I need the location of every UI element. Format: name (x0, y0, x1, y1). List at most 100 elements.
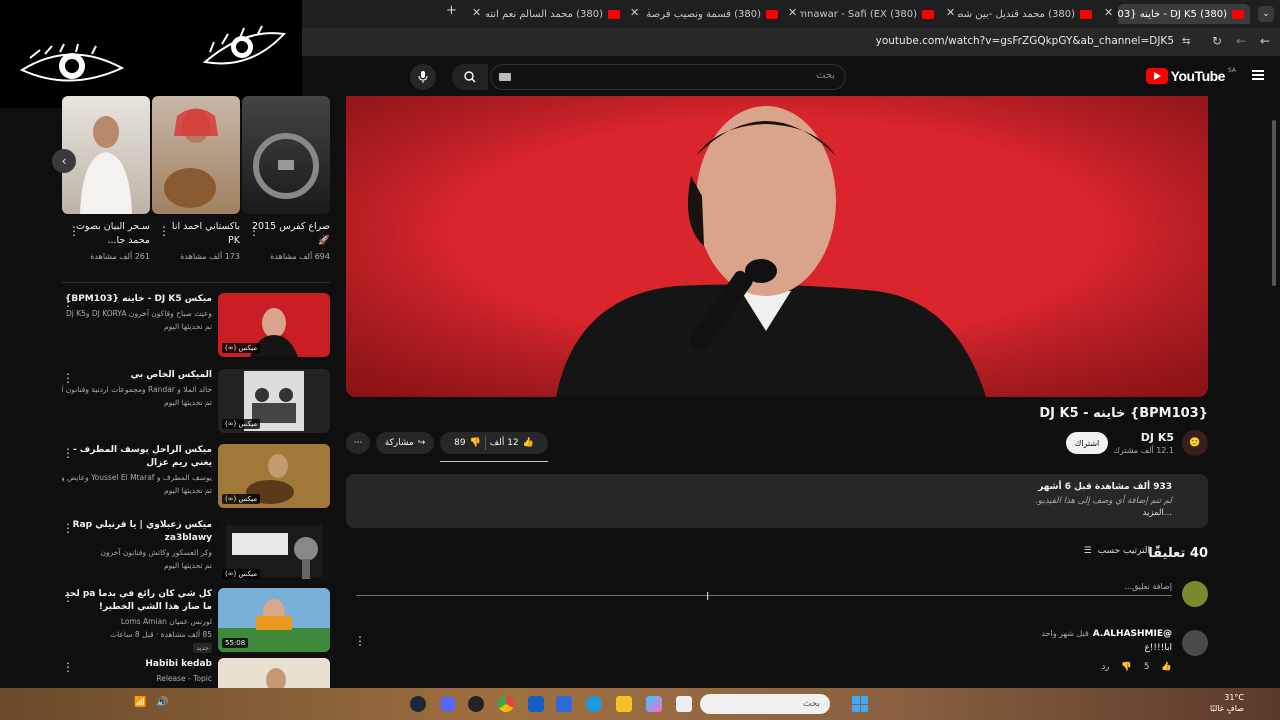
forward-icon[interactable]: ← (1260, 34, 1270, 48)
close-tab-icon[interactable]: ✕ (472, 6, 481, 19)
comment-like-icon[interactable]: 👍 (1161, 662, 1172, 672)
new-tab-icon[interactable]: + (446, 3, 457, 18)
channel-avatar[interactable]: 🙂 (1182, 430, 1208, 456)
chrome-icon[interactable] (498, 696, 514, 712)
comment-author[interactable]: @A.ALHASHMIE (1093, 629, 1172, 639)
tab-title: (380) محمد قنديل -بين شطين و (958, 8, 1075, 20)
steam-icon[interactable] (410, 696, 426, 712)
subscribe-button[interactable]: اشتراك (1066, 432, 1108, 454)
wifi-icon[interactable]: 📶 (134, 697, 146, 708)
show-more-link[interactable]: ...المزيد (1143, 508, 1173, 518)
recommendation-thumbnail[interactable]: ميكس (∞) (218, 519, 330, 583)
channel-name[interactable]: DJ K5 (1141, 431, 1174, 444)
close-tab-icon[interactable]: ✕ (630, 6, 639, 19)
tab-search-icon[interactable]: ⇆ (1182, 36, 1190, 47)
close-tab-icon[interactable]: ✕ (788, 6, 797, 19)
recommendation-menu-icon[interactable]: ⋮ (62, 590, 74, 604)
add-comment-input[interactable]: إضافة تعليق... (356, 582, 1172, 596)
mix-badge: ميكس (∞) (222, 419, 261, 429)
voice-search-button[interactable] (410, 64, 436, 90)
thumbs-down-icon: 👎 (469, 438, 481, 448)
share-button[interactable]: مشاركة ↪ (376, 432, 434, 454)
recommendation-thumbnail[interactable]: ميكس (∞) (218, 444, 330, 508)
short-thumbnail[interactable] (62, 96, 150, 214)
description-box[interactable]: 933 ألف مشاهدة قبل 6 أشهر لم تتم إضافة أ… (346, 474, 1208, 528)
recommendation-thumbnail[interactable]: ميكس (∞) (218, 293, 330, 357)
reply-button[interactable]: رد (1102, 662, 1110, 672)
store-icon[interactable] (556, 696, 572, 712)
browser-tab[interactable]: (380) محمد السالم نعم انته - ube (486, 4, 620, 24)
youtube-logo[interactable]: YouTube SA (1145, 67, 1236, 84)
man-with-oud-image (164, 108, 218, 208)
view-count-date: 933 ألف مشاهدة قبل 6 أشهر (1038, 482, 1172, 492)
short-item[interactable]: صراع كفرس 2015 🚀 694 ألف مشاهدة ⋮ (242, 96, 330, 261)
short-menu-icon[interactable]: ⋮ (248, 224, 260, 238)
tab-title: (380) قسمة ونصيب فرصة ثانية (644, 8, 761, 20)
search-input[interactable]: بحث (490, 64, 846, 90)
recommendation-menu-icon[interactable]: ⋮ (62, 371, 74, 385)
keyboard-icon[interactable] (499, 73, 511, 81)
browser-tab[interactable]: (380) محمد قنديل -بين شطين و (958, 4, 1092, 24)
hamburger-menu-icon[interactable] (1252, 70, 1264, 80)
tab-title: (380) DJ K5 - خاينه {BPM103 (1118, 8, 1227, 20)
like-button[interactable]: 👍 12 ألف (490, 438, 534, 448)
more-actions-button[interactable]: ⋯ (346, 432, 370, 454)
recommendation-title: ميكس زعبلاوي | يا فرنيلي Rap za3blawy (72, 520, 212, 543)
short-menu-icon[interactable]: ⋮ (68, 224, 80, 238)
terminal-icon[interactable] (676, 696, 692, 712)
app-icon[interactable] (468, 696, 484, 712)
like-separator (484, 436, 486, 450)
browser-tab-active[interactable]: (380) DJ K5 - خاينه {BPM103 (1118, 4, 1250, 24)
short-item[interactable]: سـحر البيان بصوت محمد جا... 261 ألف مشاه… (62, 96, 150, 261)
windows-start-icon[interactable] (852, 696, 868, 712)
duration-badge: 55:08 (222, 638, 249, 648)
recommendation-item[interactable]: ميكس (∞) ميكس DJ K5 - خاينه {BPM103} وعي… (62, 293, 330, 359)
shorts-previous-button[interactable]: ‹ (52, 149, 76, 173)
recommendation-thumbnail[interactable]: ميكس (∞) (218, 369, 330, 433)
recommendation-item[interactable]: 55:08 كل شي كان رائع في بدما pa لحد ما ص… (62, 588, 330, 654)
recommendation-menu-icon[interactable]: ⋮ (62, 660, 74, 674)
comment-menu-icon[interactable]: ⋮ (354, 634, 366, 648)
discord-icon[interactable] (440, 696, 456, 712)
tab-list-dropdown-icon[interactable]: ⌄ (1258, 6, 1274, 22)
recommendation-item[interactable]: ميكس (∞) الميكس الخاص بي خالد الملا و Ra… (62, 369, 330, 435)
recommendation-title: Habibi kedab (145, 659, 212, 669)
recommendation-item[interactable]: ميكس (∞) ميكس زعبلاوي | يا فرنيلي Rap za… (62, 519, 330, 585)
page-scrollbar[interactable] (1272, 120, 1276, 286)
dislike-button[interactable]: 89 👎 (454, 438, 481, 448)
edge-browser-icon[interactable] (586, 696, 602, 712)
recommendation-menu-icon[interactable]: ⋮ (62, 446, 74, 460)
sort-comments-button[interactable]: الترتيب حسب ☰ (1084, 546, 1150, 556)
search-button[interactable] (452, 64, 488, 90)
like-count: 12 ألف (489, 438, 519, 448)
url-text[interactable]: youtube.com/watch?v=gsFrZGQkpGY&ab_chann… (876, 35, 1174, 47)
weather-widget[interactable]: 31°C صافٍ غالبًا (1210, 692, 1244, 714)
comment-author-avatar[interactable] (1182, 630, 1208, 656)
speaker-icon[interactable]: 🔊 (156, 697, 168, 708)
short-menu-icon[interactable]: ⋮ (158, 224, 170, 238)
outlook-icon[interactable] (528, 696, 544, 712)
short-item[interactable]: باكستاني احمد انا PK 173 ألف مشاهدة ⋮ (152, 96, 240, 261)
video-player[interactable] (346, 96, 1208, 397)
file-explorer-icon[interactable] (616, 696, 632, 712)
browser-tab[interactable]: (380) قسمة ونصيب فرصة ثانية (644, 4, 778, 24)
close-tab-icon[interactable]: ✕ (946, 6, 955, 19)
reload-icon[interactable]: ↻ (1212, 34, 1222, 48)
recommendation-item[interactable]: ميكس (∞) ميكس الراحل يوسف المطرف - يغني … (62, 444, 330, 510)
youtube-favicon-icon (1080, 9, 1092, 19)
copilot-icon[interactable] (646, 696, 662, 712)
recommendation-menu-icon[interactable]: ⋮ (62, 295, 74, 309)
short-thumbnail[interactable] (152, 96, 240, 214)
recommendation-thumbnail[interactable]: 55:08 (218, 588, 330, 652)
recommendation-item[interactable]: Habibi kedab Release - Topic ⋮ (62, 658, 330, 688)
comment-dislike-icon[interactable]: 👎 (1121, 662, 1132, 672)
short-thumbnail[interactable] (242, 96, 330, 214)
taskbar-search-input[interactable]: بحث (700, 694, 830, 714)
back-icon[interactable]: ← (1236, 34, 1246, 48)
man-in-white-image (80, 116, 132, 214)
close-tab-icon[interactable]: ✕ (1104, 6, 1113, 19)
recommendation-title: الميكس الخاص بي (130, 370, 212, 380)
recommendation-menu-icon[interactable]: ⋮ (62, 521, 74, 535)
browser-tab[interactable]: (380) Asma Lmnawar - Safi (EX (800, 4, 934, 24)
recommendation-thumbnail[interactable] (218, 658, 330, 688)
